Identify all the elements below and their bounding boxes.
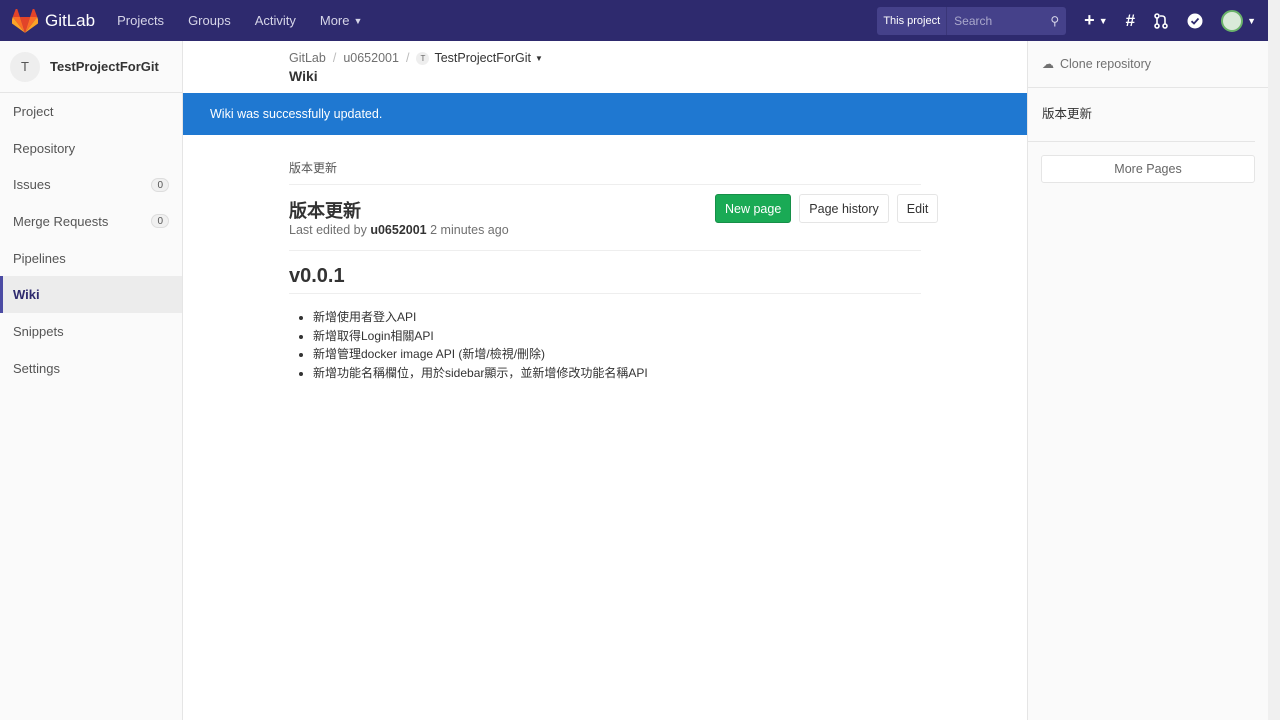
merge-request-icon[interactable] xyxy=(1153,12,1169,29)
breadcrumb-user[interactable]: u0652001 xyxy=(343,51,399,65)
project-avatar: T xyxy=(10,51,40,82)
breadcrumb: GitLab / u0652001 / T TestProjectForGit … xyxy=(289,51,543,65)
count-badge: 0 xyxy=(151,177,169,192)
search-scope-badge[interactable]: This project xyxy=(877,6,947,35)
nav-groups[interactable]: Groups xyxy=(188,13,231,28)
sidebar-item-snippets[interactable]: Snippets xyxy=(0,313,182,350)
last-edited-time: 2 minutes ago xyxy=(430,223,509,237)
sidebar-project-header[interactable]: T TestProjectForGit xyxy=(0,41,182,93)
plus-icon: + xyxy=(1084,10,1095,30)
sidebar-item-label: Merge Requests xyxy=(13,213,109,229)
scrollbar[interactable] xyxy=(1268,0,1280,720)
top-navbar: GitLab Projects Groups Activity More ▼ Th… xyxy=(0,0,1268,41)
sidebar-item-project[interactable]: Project xyxy=(0,93,182,130)
chevron-down-icon[interactable]: ▼ xyxy=(1247,16,1256,26)
gitlab-logo[interactable]: GitLab xyxy=(12,8,96,33)
nav-more-label: More xyxy=(319,13,350,28)
clone-repository-label: Clone repository xyxy=(1060,57,1152,71)
page-title: Wiki xyxy=(289,68,318,84)
sidebar-item-label: Issues xyxy=(13,177,51,193)
more-pages-button[interactable]: More Pages xyxy=(1041,155,1255,183)
wiki-heading: v0.0.1 xyxy=(289,265,345,287)
clone-repository-link[interactable]: ☁ Clone repository xyxy=(1028,41,1268,88)
project-avatar-small: T xyxy=(416,51,430,65)
new-dropdown-button[interactable]: + ▼ xyxy=(1084,10,1107,31)
nav-activity[interactable]: Activity xyxy=(255,13,296,28)
list-item: 新增使用者登入API xyxy=(313,308,648,327)
chevron-down-icon: ▼ xyxy=(353,15,363,26)
brand-name: GitLab xyxy=(45,10,96,30)
divider xyxy=(289,293,921,294)
project-sidebar: T TestProjectForGit Project Repository I… xyxy=(0,41,183,720)
sidebar-item-merge-requests[interactable]: Merge Requests 0 xyxy=(0,203,182,240)
todo-check-icon[interactable] xyxy=(1187,13,1203,29)
nav-projects[interactable]: Projects xyxy=(117,13,164,28)
search-icon: ⚲ xyxy=(1050,13,1060,28)
issues-hash-icon[interactable]: # xyxy=(1126,11,1135,31)
wiki-page-link[interactable]: 版本更新 xyxy=(1028,88,1255,142)
divider xyxy=(289,250,921,251)
wiki-page-title: 版本更新 xyxy=(289,201,361,221)
edit-button[interactable]: Edit xyxy=(896,194,939,223)
cloud-download-icon: ☁ xyxy=(1042,57,1054,71)
last-edited-info: Last edited by u0652001 2 minutes ago xyxy=(289,223,509,237)
divider xyxy=(289,184,921,185)
sidebar-item-repository[interactable]: Repository xyxy=(0,130,182,167)
wiki-sidebar: ☁ Clone repository 版本更新 More Pages xyxy=(1027,41,1268,720)
chevron-down-icon: ▼ xyxy=(1098,15,1108,26)
tanuki-icon xyxy=(12,8,38,33)
count-badge: 0 xyxy=(151,214,169,229)
nav-more[interactable]: More ▼ xyxy=(320,13,363,28)
last-edited-prefix: Last edited by xyxy=(289,223,367,237)
list-item: 新增功能名稱欄位，用於sidebar顯示，並新增修改功能名稱API xyxy=(313,364,648,383)
breadcrumb-project[interactable]: TestProjectForGit xyxy=(434,51,531,65)
user-avatar[interactable] xyxy=(1221,9,1244,32)
sidebar-item-settings[interactable]: Settings xyxy=(0,350,182,387)
search-input[interactable]: Search ⚲ xyxy=(946,6,1067,35)
chevron-down-icon[interactable]: ▼ xyxy=(535,54,543,63)
last-edited-author[interactable]: u0652001 xyxy=(370,223,426,237)
page-history-button[interactable]: Page history xyxy=(799,194,889,223)
breadcrumb-root[interactable]: GitLab xyxy=(289,51,326,65)
wiki-page-path: 版本更新 xyxy=(289,161,338,175)
sidebar-item-pipelines[interactable]: Pipelines xyxy=(0,240,182,277)
flash-notice: Wiki was successfully updated. xyxy=(183,93,1027,135)
list-item: 新增取得Login相關API xyxy=(313,327,648,346)
search-placeholder: Search xyxy=(954,13,993,28)
new-page-button[interactable]: New page xyxy=(715,194,792,223)
sidebar-item-wiki[interactable]: Wiki xyxy=(0,276,182,314)
list-item: 新增管理docker image API (新增/檢視/刪除) xyxy=(313,345,648,364)
wiki-bullet-list: 新增使用者登入API 新增取得Login相關API 新增管理docker ima… xyxy=(313,308,648,383)
sidebar-item-issues[interactable]: Issues 0 xyxy=(0,166,182,203)
main-content: GitLab / u0652001 / T TestProjectForGit … xyxy=(183,41,1027,720)
project-name: TestProjectForGit xyxy=(50,59,159,74)
